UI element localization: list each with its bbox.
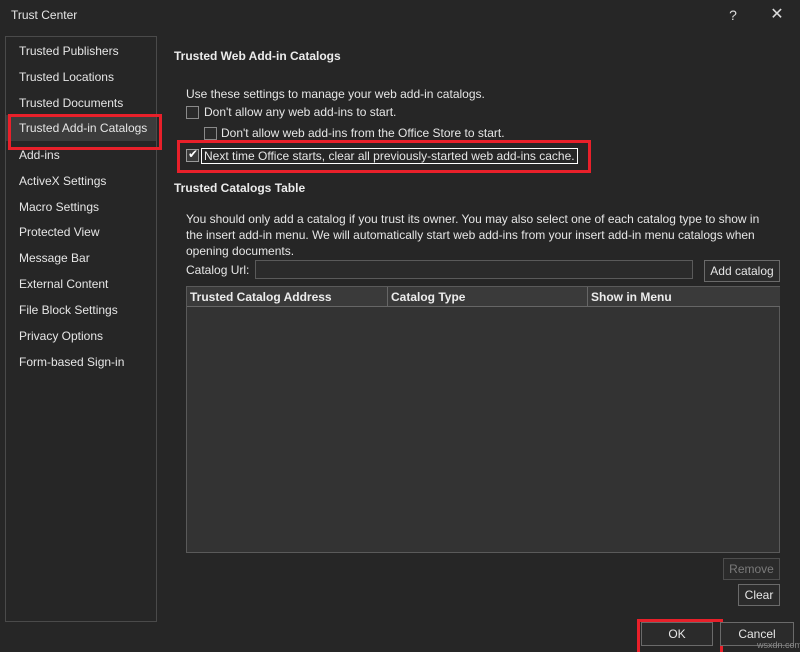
- sidebar-item-file-block-settings[interactable]: File Block Settings: [6, 297, 156, 323]
- sidebar: Trusted Publishers Trusted Locations Tru…: [5, 36, 162, 622]
- sidebar-item-add-ins[interactable]: Add-ins: [6, 142, 156, 168]
- watermark: wsxdn.com: [757, 640, 800, 650]
- checkbox-disallow-all-web-add-ins[interactable]: [186, 106, 199, 119]
- sidebar-item-form-based-sign-in[interactable]: Form-based Sign-in: [6, 349, 156, 375]
- checkmark-icon: ✔: [188, 147, 199, 161]
- sidebar-item-external-content[interactable]: External Content: [6, 271, 156, 297]
- checkbox-disallow-office-store-add-ins-label[interactable]: Don't allow web add-ins from the Office …: [221, 126, 505, 140]
- checkbox-disallow-office-store-add-ins[interactable]: [204, 127, 217, 140]
- title-bar: Trust Center ? ✕: [0, 0, 800, 30]
- catalog-url-label: Catalog Url:: [186, 263, 250, 277]
- sidebar-item-privacy-options[interactable]: Privacy Options: [6, 323, 156, 349]
- sidebar-item-trusted-add-in-catalogs[interactable]: Trusted Add-in Catalogs: [6, 114, 162, 150]
- remove-button[interactable]: Remove: [723, 558, 780, 580]
- sidebar-item-macro-settings[interactable]: Macro Settings: [6, 194, 156, 220]
- ok-button[interactable]: OK: [637, 619, 723, 652]
- section-title-trusted-catalogs-table: Trusted Catalogs Table: [174, 181, 306, 195]
- sidebar-item-trusted-locations[interactable]: Trusted Locations: [6, 64, 156, 90]
- sidebar-item-trusted-publishers[interactable]: Trusted Publishers: [6, 38, 156, 64]
- checkbox-disallow-all-web-add-ins-label[interactable]: Don't allow any web add-ins to start.: [204, 105, 396, 119]
- catalog-instructions: You should only add a catalog if you tru…: [186, 212, 760, 258]
- section-title-web-add-in-catalogs: Trusted Web Add-in Catalogs: [174, 49, 341, 63]
- sidebar-item-message-bar[interactable]: Message Bar: [6, 245, 156, 271]
- column-header-catalog-type[interactable]: Catalog Type: [388, 287, 588, 307]
- sidebar-item-protected-view[interactable]: Protected View: [6, 219, 156, 245]
- column-header-show-in-menu[interactable]: Show in Menu: [588, 287, 780, 307]
- intro-text: Use these settings to manage your web ad…: [186, 87, 485, 101]
- window-title: Trust Center: [11, 8, 78, 22]
- close-icon[interactable]: ✕: [762, 5, 792, 25]
- checkbox-clear-cache[interactable]: ✔: [186, 147, 199, 162]
- column-header-trusted-catalog-address[interactable]: Trusted Catalog Address: [187, 287, 388, 307]
- catalog-url-input[interactable]: [255, 260, 693, 279]
- sidebar-item-trusted-documents[interactable]: Trusted Documents: [6, 90, 156, 116]
- trusted-catalogs-table[interactable]: Trusted Catalog Address Catalog Type Sho…: [186, 286, 780, 553]
- help-icon[interactable]: ?: [718, 5, 748, 25]
- sidebar-item-activex-settings[interactable]: ActiveX Settings: [6, 168, 156, 194]
- checkbox-clear-cache-label[interactable]: Next time Office starts, clear all previ…: [201, 148, 578, 164]
- clear-button[interactable]: Clear: [738, 584, 780, 606]
- add-catalog-button[interactable]: Add catalog: [704, 260, 780, 282]
